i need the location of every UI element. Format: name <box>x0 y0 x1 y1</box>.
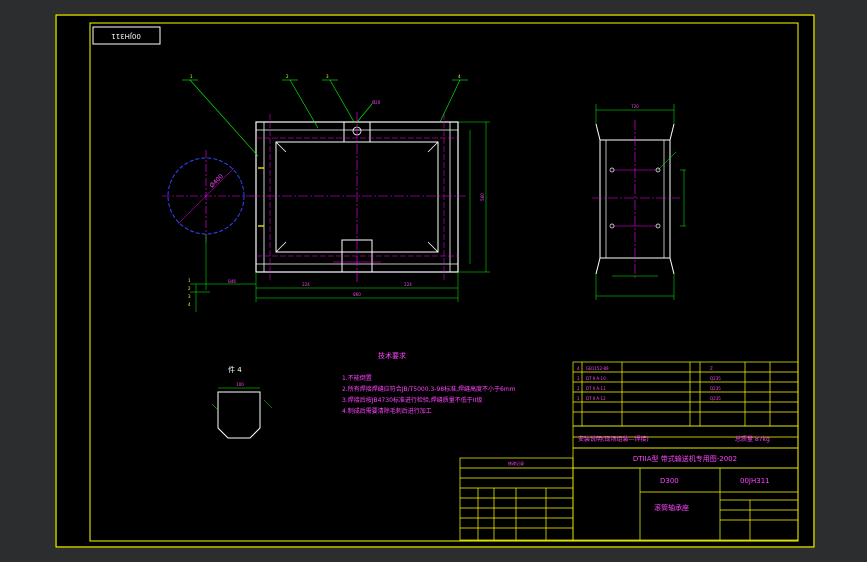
revision-title: 修改记录 <box>508 460 524 466</box>
series-title: DTIIA型 带式输送机专用图-2002 <box>633 454 737 463</box>
side-dim-width: 720 <box>631 104 639 109</box>
part-row-2-code: DT II A-10 <box>586 376 606 381</box>
part-row-4-code: DT II A-12 <box>586 396 606 401</box>
dim-width-total: 860 <box>353 292 361 297</box>
note-line-1: 1.不能倒置 <box>342 374 372 382</box>
part-row-3-mat: Q235 <box>710 386 721 391</box>
dim-right-seg: 224 <box>404 282 412 287</box>
dim-left-seg: 224 <box>302 282 310 287</box>
dim-left-margin: B46 <box>228 279 236 284</box>
part-row-1-code: GB1152-89 <box>586 366 609 371</box>
part-row-2-mat: Q235 <box>710 376 721 381</box>
stamp-text: 00JH311 <box>111 32 141 40</box>
drawing-number: 00JH311 <box>740 477 770 485</box>
note-line-2: 2.所有焊接焊缝应符合JB/T5000.3-98标准,焊缝高度不小于6mm <box>342 385 516 393</box>
note-line-3: 3.焊接后按JB4730标准进行检验,焊缝质量不低于II级 <box>342 396 482 404</box>
part-row-1-mat: Z <box>710 366 713 371</box>
part-name: 滚筒轴承座 <box>654 503 689 512</box>
section-label: 件 4 <box>228 365 242 374</box>
part-row-4-mat: Q235 <box>710 396 721 401</box>
svg-text:Ø20: Ø20 <box>372 100 381 105</box>
note-line-4: 4.制成后需要清除毛刺后进行加工 <box>342 407 432 415</box>
code: D300 <box>660 477 679 485</box>
cad-drawing-sheet: 00JH311 Ø400 Ø20 1 2 3 4 860 224 224 560… <box>55 14 815 548</box>
notes-title: 技术要求 <box>378 351 406 360</box>
mass-note: 安装说明(现场组装—焊接) <box>578 435 649 443</box>
part-row-3-code: DT II A-11 <box>586 386 606 391</box>
section-dim: 100 <box>236 382 244 387</box>
mass-value: 总质量 87kg <box>735 435 770 443</box>
dim-height-total: 560 <box>480 193 485 201</box>
